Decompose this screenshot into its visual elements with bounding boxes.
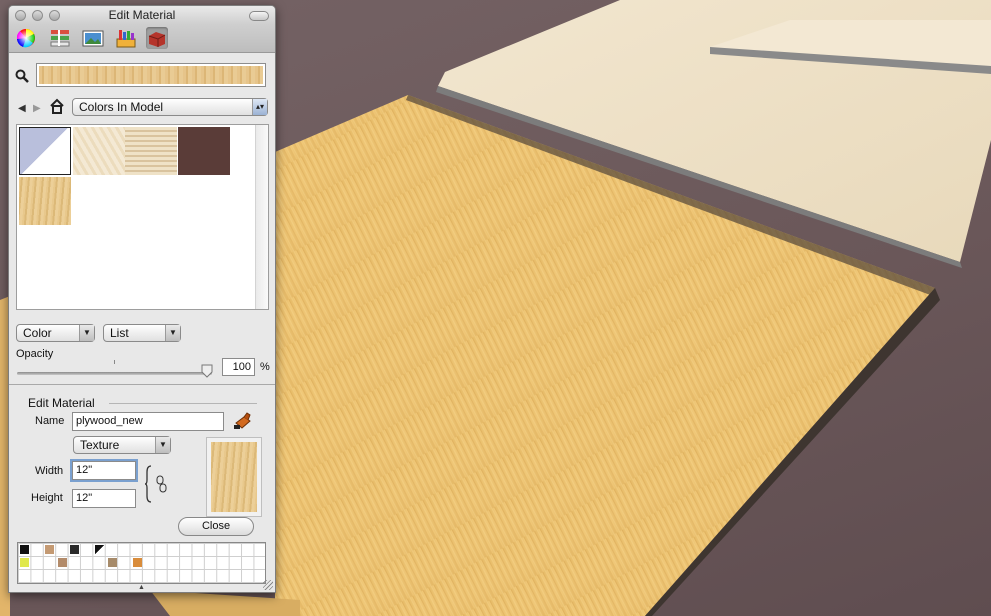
opacity-slider-track[interactable]: [17, 372, 212, 375]
texture-preview: [206, 437, 262, 517]
view-mode-dropdown[interactable]: List ▼: [103, 324, 181, 342]
palette-swatch[interactable]: [45, 545, 54, 554]
color-mode-label: Color: [23, 326, 52, 340]
striped-wood-swatch[interactable]: [125, 127, 177, 175]
color-palette[interactable]: [17, 542, 266, 584]
heading-rule: [109, 403, 257, 404]
section-divider: [9, 384, 275, 385]
width-label: Width: [35, 465, 64, 477]
collection-label: Colors In Model: [79, 100, 164, 114]
title-bar[interactable]: Edit Material: [9, 6, 275, 24]
crayons-icon[interactable]: [115, 27, 137, 49]
components-icon[interactable]: [49, 27, 71, 49]
color-wheel-icon[interactable]: [15, 27, 37, 49]
image-icon[interactable]: [82, 27, 104, 49]
plywood-new-swatch[interactable]: [19, 177, 71, 225]
window-title: Edit Material: [108, 8, 176, 22]
palette-swatch[interactable]: [20, 545, 29, 554]
palette-swatch[interactable]: [133, 558, 142, 567]
opacity-value-field[interactable]: 100: [222, 358, 255, 376]
palette-swatch[interactable]: [58, 558, 67, 567]
dropdown-arrows-icon: ▴▾: [252, 99, 267, 115]
width-field[interactable]: 12": [72, 461, 136, 480]
search-input[interactable]: [36, 63, 266, 87]
toolbar: [9, 24, 275, 53]
close-window-icon[interactable]: [15, 10, 26, 21]
name-label: Name: [35, 415, 65, 427]
dropdown-arrow-icon: ▼: [79, 325, 94, 341]
palette-swatch[interactable]: [108, 558, 117, 567]
height-label: Height: [31, 492, 63, 504]
view-mode-label: List: [110, 326, 129, 340]
texture-label: Texture: [80, 438, 120, 452]
opacity-label: Opacity: [16, 348, 54, 360]
dark-brown-swatch[interactable]: [178, 127, 230, 175]
material-name-field[interactable]: plywood_new: [72, 412, 224, 431]
zoom-window-icon[interactable]: [49, 10, 60, 21]
materials-panel: Edit Material ◀ ▶ Colors In Model ▴▾ Col…: [8, 5, 276, 593]
default-material-swatch[interactable]: [19, 127, 71, 175]
minimize-window-icon[interactable]: [32, 10, 43, 21]
search-icon: [15, 69, 29, 83]
aspect-lock-icon[interactable]: [144, 464, 173, 504]
light-wood-swatch[interactable]: [73, 127, 125, 175]
forward-arrow-icon[interactable]: ▶: [33, 103, 41, 114]
bricks-icon[interactable]: [146, 27, 168, 49]
collection-dropdown[interactable]: Colors In Model ▴▾: [72, 98, 268, 116]
dropdown-arrow-icon: ▼: [155, 437, 170, 453]
color-mode-dropdown[interactable]: Color ▼: [16, 324, 95, 342]
sample-paint-icon[interactable]: [233, 411, 253, 431]
materials-grid: [16, 124, 269, 310]
edit-material-heading: Edit Material: [28, 396, 95, 410]
grid-scrollbar[interactable]: [255, 125, 268, 309]
back-arrow-icon[interactable]: ◀: [18, 103, 26, 114]
toolbar-toggle-icon[interactable]: [249, 11, 269, 21]
close-button[interactable]: Close: [178, 517, 254, 536]
opacity-slider-thumb[interactable]: [201, 364, 213, 378]
resize-grip-icon[interactable]: [263, 580, 273, 590]
palette-swatch[interactable]: [70, 545, 79, 554]
slider-tick: [114, 360, 115, 364]
dropdown-arrow-icon: ▼: [165, 325, 180, 341]
height-field[interactable]: 12": [72, 489, 136, 508]
palette-expand-icon[interactable]: ▲: [138, 584, 145, 591]
current-material-swatch: [39, 66, 263, 84]
texture-preview-image: [211, 442, 257, 512]
home-icon[interactable]: [49, 98, 65, 114]
palette-swatch[interactable]: [20, 558, 29, 567]
texture-dropdown[interactable]: Texture ▼: [73, 436, 171, 454]
opacity-unit: %: [260, 361, 270, 373]
palette-swatch[interactable]: [95, 545, 104, 554]
